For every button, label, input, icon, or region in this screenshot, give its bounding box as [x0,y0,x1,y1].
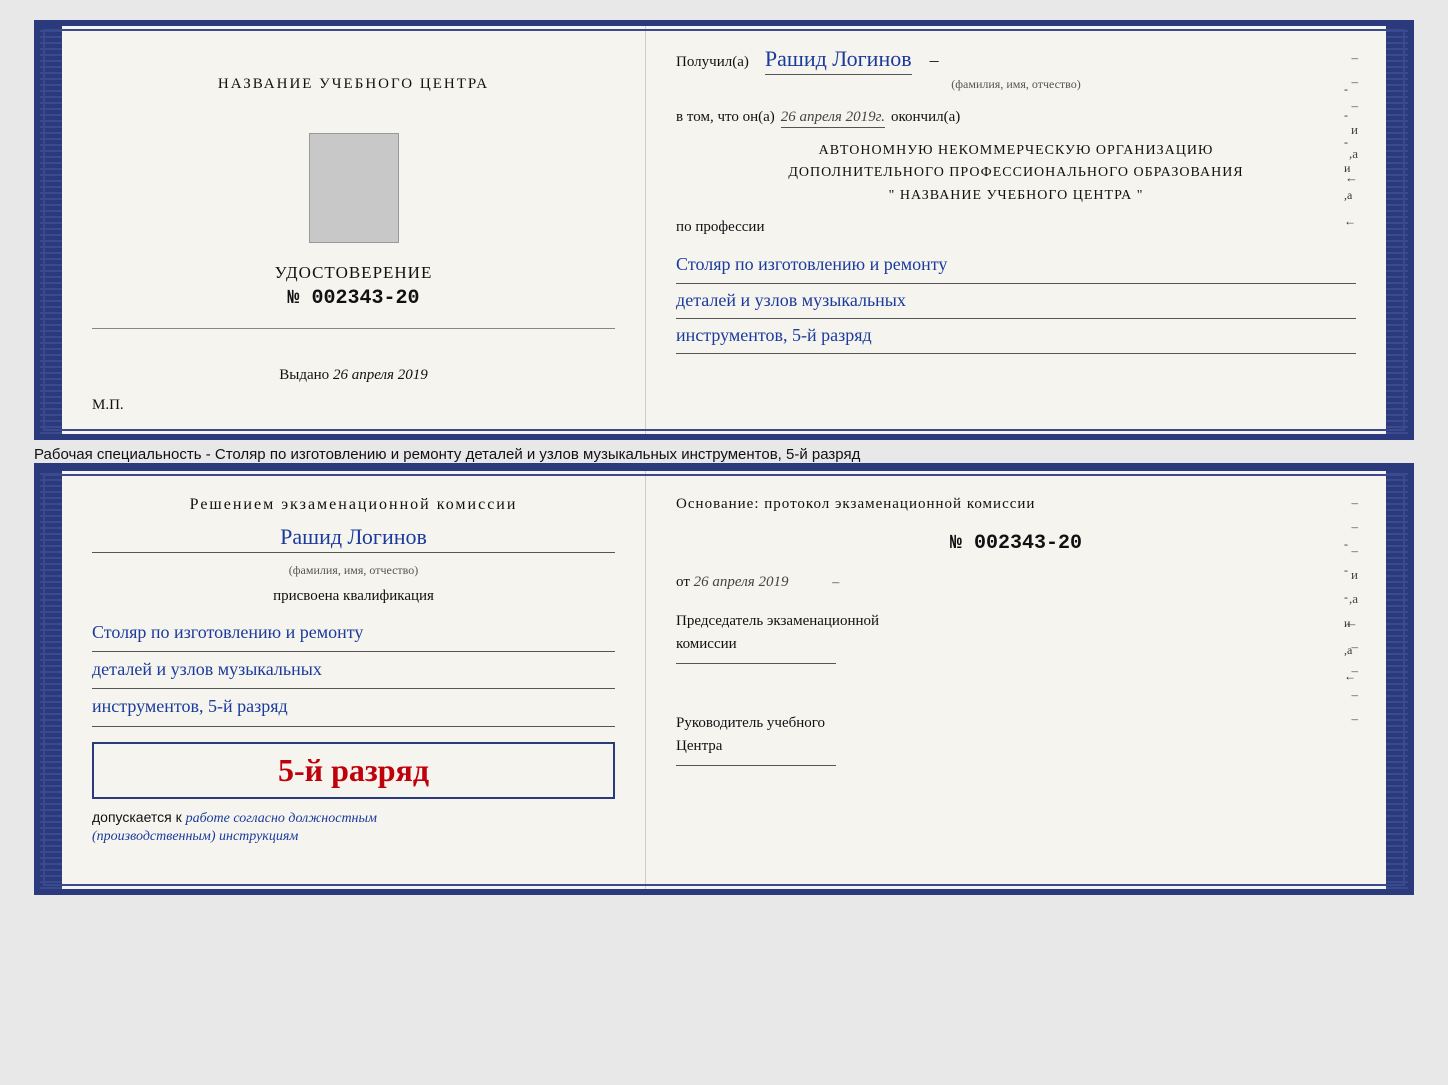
udostoverenie-title: УДОСТОВЕРЕНИЕ [275,263,433,283]
work-instruction2: (производственным) инструкциям [92,829,298,844]
proto-sign: № [950,532,962,555]
rukovoditel-block: Руководитель учебного Центра [676,712,1356,766]
prof-line1-top: Столяр по изготовлению и ремонту [676,248,1356,283]
org-block: АВТОНОМНУЮ НЕКОММЕРЧЕСКУЮ ОРГАНИЗАЦИЮ ДО… [676,140,1356,207]
spine-right-top [1386,26,1408,434]
predsedatel-line2: комиссии [676,633,1356,656]
mp-label: М.П. [92,397,124,414]
fio-hint-top: (фамилия, имя, отчество) [676,77,1356,92]
top-right-panel: Получил(a) Рашид Логинов – (фамилия, имя… [646,26,1386,434]
poluchil-label: Получил(a) [676,54,749,71]
dopuskaetsya-label: допускается к [92,809,182,825]
bottom-left-panel: Решением экзаменационной комиссии Рашид … [62,471,646,889]
profession-handwritten-top: Столяр по изготовлению и ремонту деталей… [676,248,1356,354]
rukovoditel-line1: Руководитель учебного [676,712,1356,735]
okончил-label: окончил(а) [891,109,960,126]
udostoverenie-block: УДОСТОВЕРЕНИЕ № 002343-20 [275,263,433,310]
qualification-handwritten: Столяр по изготовлению и ремонту деталей… [92,615,615,727]
recipient-row: Получил(a) Рашид Логинов – (фамилия, имя… [676,46,1356,92]
vydano-line: Выдано 26 апреля 2019 [279,367,427,384]
photo-placeholder [309,133,399,243]
ot-label: от [676,574,690,590]
number-sign: № [287,287,299,310]
vtom-label: в том, что он(а) [676,109,775,126]
spine-left-bottom [40,471,62,889]
caption-text: Рабочая специальность - Столяр по изгото… [34,440,1414,465]
org-line1: АВТОНОМНУЮ НЕКОММЕРЧЕСКУЮ ОРГАНИЗАЦИЮ [676,140,1356,162]
osnovaniye-text: Основание: протокол экзаменационной коми… [676,496,1356,513]
org-line3: " НАЗВАНИЕ УЧЕБНОГО ЦЕНТРА " [676,185,1356,207]
rank-box: 5-й разряд [92,742,615,799]
recipient-name: Рашид Логинов [765,46,912,75]
dopuskaetsya-line: допускается к работе согласно должностны… [92,809,615,845]
right-dashes-bottom: –––и,а←–––– [1345,491,1358,731]
predsedatel-signature [676,663,836,664]
prof-line2-top: деталей и узлов музыкальных [676,284,1356,319]
spine-left-top [40,26,62,434]
qual-line1: Столяр по изготовлению и ремонту [92,615,615,652]
spine-right-bottom [1386,471,1408,889]
proto-num: 002343-20 [974,532,1082,555]
rukovoditel-signature [676,765,836,766]
ot-date: 26 апреля 2019 [694,574,789,590]
divider-left [92,328,615,329]
right-dashes-top: –––и,а← [1345,46,1358,190]
work-instruction: работе согласно должностным [186,811,377,826]
center-title: НАЗВАНИЕ УЧЕБНОГО ЦЕНТРА [218,76,489,93]
qual-line2: деталей и узлов музыкальных [92,652,615,689]
cert-num-value: 002343-20 [312,287,420,310]
vtom-row: в том, что он(а) 26 апреля 2019г. окончи… [676,109,1356,128]
caption-content: Рабочая специальность - Столяр по изгото… [34,446,860,463]
resheniem-text: Решением экзаменационной комиссии [92,496,615,514]
vydano-date: 26 апреля 2019 [333,367,428,383]
qual-line3: инструментов, 5-й разряд [92,689,615,726]
bottom-document: Решением экзаменационной комиссии Рашид … [34,465,1414,895]
org-line2: ДОПОЛНИТЕЛЬНОГО ПРОФЕССИОНАЛЬНОГО ОБРАЗО… [676,162,1356,184]
top-document: НАЗВАНИЕ УЧЕБНОГО ЦЕНТРА УДОСТОВЕРЕНИЕ №… [34,20,1414,440]
top-left-panel: НАЗВАНИЕ УЧЕБНОГО ЦЕНТРА УДОСТОВЕРЕНИЕ №… [62,26,646,434]
vtom-date: 26 апреля 2019г. [781,109,885,128]
document-wrapper: НАЗВАНИЕ УЧЕБНОГО ЦЕНТРА УДОСТОВЕРЕНИЕ №… [34,20,1414,895]
prof-line3-top: инструментов, 5-й разряд [676,319,1356,354]
predsedatel-block: Председатель экзаменационной комиссии [676,610,1356,664]
protocol-number: № 002343-20 [676,532,1356,555]
vydano-label: Выдано [279,367,329,383]
fio-sub-bottom: (фамилия, имя, отчество) [92,563,615,578]
predsedatel-line1: Председатель экзаменационной [676,610,1356,633]
bottom-right-panel: Основание: протокол экзаменационной коми… [646,471,1386,889]
ot-line: от 26 апреля 2019 – [676,574,1356,591]
prisvoena-text: присвоена квалификация [92,588,615,605]
rukovoditel-line2: Центра [676,735,1356,758]
rank-big-text: 5-й разряд [110,752,597,789]
bottom-name: Рашид Логинов [92,524,615,553]
po-professii-label: по профессии [676,219,1356,236]
cert-number-top: № 002343-20 [275,287,433,310]
